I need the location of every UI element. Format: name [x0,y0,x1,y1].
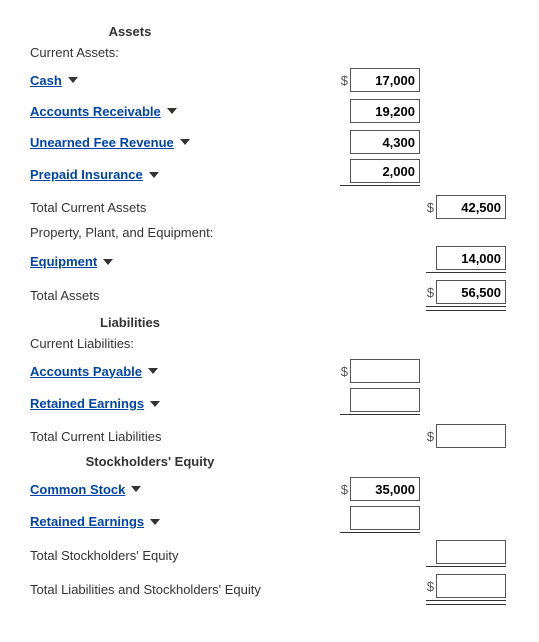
dropdown-accounts-payable[interactable]: Accounts Payable [30,364,158,379]
dropdown-label: Retained Earnings [30,514,144,529]
chevron-down-icon [150,401,160,407]
input-total-current-liabilities[interactable] [436,424,506,448]
chevron-down-icon [180,139,190,145]
label-total-current-liabilities: Total Current Liabilities [30,429,340,444]
label-current-assets: Current Assets: [30,45,509,60]
label-total-liab-equity: Total Liabilities and Stockholders' Equi… [30,582,340,597]
dropdown-equipment[interactable]: Equipment [30,254,113,269]
dropdown-label: Equipment [30,254,97,269]
chevron-down-icon [131,486,141,492]
dropdown-label: Accounts Receivable [30,104,161,119]
input-common-stock[interactable] [350,477,420,501]
section-equity: Stockholders' Equity [30,454,270,469]
dropdown-label: Common Stock [30,482,125,497]
subtotal-rule [426,566,506,571]
total-rule [426,600,506,605]
input-unearned-fee-revenue[interactable] [350,130,420,154]
label-ppe: Property, Plant, and Equipment: [30,225,509,240]
section-liabilities: Liabilities [30,315,230,330]
currency-symbol: $ [341,73,348,88]
currency-symbol: $ [341,364,348,379]
dropdown-cash[interactable]: Cash [30,73,78,88]
input-accounts-receivable[interactable] [350,99,420,123]
input-total-equity[interactable] [436,540,506,564]
currency-symbol: $ [341,482,348,497]
input-accounts-payable[interactable] [350,359,420,383]
subtotal-rule [340,532,420,537]
input-retained-earnings-1[interactable] [350,388,420,412]
input-total-liab-equity[interactable] [436,574,506,598]
chevron-down-icon [167,108,177,114]
input-total-assets[interactable] [436,280,506,304]
subtotal-rule [340,414,420,419]
input-equipment[interactable] [436,246,506,270]
dropdown-retained-earnings-2[interactable]: Retained Earnings [30,514,160,529]
dropdown-prepaid-insurance[interactable]: Prepaid Insurance [30,167,159,182]
dropdown-label: Prepaid Insurance [30,167,143,182]
dropdown-label: Unearned Fee Revenue [30,135,174,150]
input-total-current-assets[interactable] [436,195,506,219]
dropdown-label: Cash [30,73,62,88]
dropdown-unearned-fee-revenue[interactable]: Unearned Fee Revenue [30,135,190,150]
dropdown-label: Accounts Payable [30,364,142,379]
chevron-down-icon [103,259,113,265]
chevron-down-icon [148,368,158,374]
total-rule [426,306,506,311]
input-retained-earnings-2[interactable] [350,506,420,530]
subtotal-rule [426,272,506,277]
chevron-down-icon [68,77,78,83]
input-cash[interactable] [350,68,420,92]
currency-symbol: $ [427,429,434,444]
dropdown-common-stock[interactable]: Common Stock [30,482,141,497]
input-prepaid-insurance[interactable] [350,159,420,183]
subtotal-rule [340,185,420,190]
dropdown-retained-earnings-1[interactable]: Retained Earnings [30,396,160,411]
chevron-down-icon [150,519,160,525]
dropdown-accounts-receivable[interactable]: Accounts Receivable [30,104,177,119]
currency-symbol: $ [427,200,434,215]
label-current-liabilities: Current Liabilities: [30,336,509,351]
section-assets: Assets [30,24,230,39]
label-total-assets: Total Assets [30,288,340,303]
currency-symbol: $ [427,285,434,300]
label-total-current-assets: Total Current Assets [30,200,340,215]
chevron-down-icon [149,172,159,178]
label-total-equity: Total Stockholders' Equity [30,548,340,563]
dropdown-label: Retained Earnings [30,396,144,411]
currency-symbol: $ [427,579,434,594]
